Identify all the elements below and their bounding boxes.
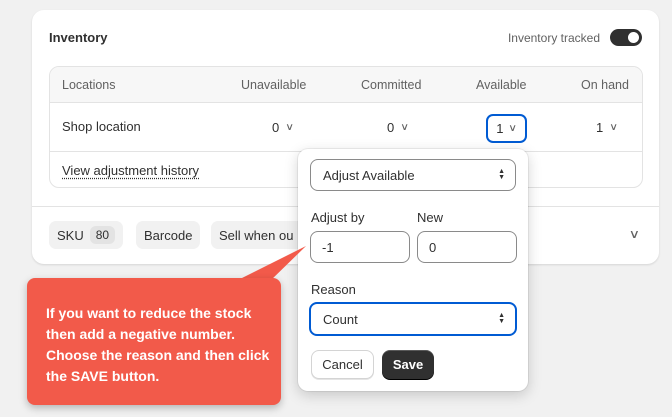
reason-value: Count bbox=[323, 311, 358, 327]
adjust-popover: Adjust Available ▲ ▼ Adjust by New -1 0 R… bbox=[298, 149, 528, 391]
reason-label: Reason bbox=[311, 282, 356, 297]
inventory-tracked-toggle[interactable] bbox=[610, 29, 642, 46]
adjust-by-label: Adjust by bbox=[311, 210, 365, 225]
chevron-down-icon[interactable]: ∨ bbox=[629, 227, 640, 241]
save-button[interactable]: Save bbox=[382, 350, 434, 379]
instruction-callout: If you want to reduce the stock then add… bbox=[27, 278, 281, 405]
inventory-tracked-label: Inventory tracked bbox=[507, 30, 600, 45]
barcode-chip[interactable]: Barcode bbox=[136, 221, 201, 249]
new-quantity-input[interactable]: 0 bbox=[417, 231, 517, 263]
sku-label: SKU bbox=[57, 227, 84, 243]
new-label: New bbox=[417, 210, 444, 225]
chevron-down-icon: ∨ bbox=[400, 122, 410, 133]
location-name: Shop location bbox=[62, 119, 141, 134]
available-value: 1 bbox=[496, 121, 504, 136]
header-unavailable: Unavailable bbox=[241, 78, 307, 92]
header-committed: Committed bbox=[361, 78, 422, 92]
sku-badge: 80 bbox=[89, 226, 116, 244]
adjust-type-select[interactable]: Adjust Available ▲ ▼ bbox=[310, 159, 516, 191]
table-header: Locations Unavailable Committed Availabl… bbox=[50, 67, 642, 103]
adjust-by-input[interactable]: -1 bbox=[310, 231, 410, 263]
available-dropdown[interactable]: 1 ∨ bbox=[486, 114, 527, 143]
select-arrows-icon: ▲ ▼ bbox=[498, 312, 505, 325]
chevron-down-icon: ∨ bbox=[609, 122, 619, 133]
view-adjustment-history-link[interactable]: View adjustment history bbox=[62, 163, 199, 178]
reason-select[interactable]: Count ▲ ▼ bbox=[309, 302, 517, 336]
on-hand-dropdown[interactable]: 1 ∨ bbox=[596, 120, 618, 135]
table-row: Shop location 0 ∨ 0 ∨ 1 ∨ 1 ∨ bbox=[50, 103, 642, 152]
inventory-title: Inventory bbox=[49, 30, 108, 45]
select-arrows-icon: ▲ ▼ bbox=[498, 168, 505, 181]
committed-dropdown[interactable]: 0 ∨ bbox=[387, 120, 409, 135]
toggle-knob bbox=[628, 32, 639, 43]
adjust-type-value: Adjust Available bbox=[323, 167, 415, 183]
unavailable-dropdown[interactable]: 0 ∨ bbox=[272, 120, 294, 135]
sku-chip[interactable]: SKU 80 bbox=[49, 221, 124, 249]
callout-text: If you want to reduce the stock then add… bbox=[46, 305, 270, 384]
header-available: Available bbox=[476, 78, 527, 92]
header-on-hand: On hand bbox=[581, 78, 629, 92]
header-locations: Locations bbox=[62, 78, 116, 92]
cancel-button[interactable]: Cancel bbox=[311, 350, 374, 379]
inventory-tracked: Inventory tracked bbox=[508, 29, 642, 46]
unavailable-value: 0 bbox=[272, 120, 280, 135]
committed-value: 0 bbox=[387, 120, 395, 135]
chevron-down-icon: ∨ bbox=[508, 123, 518, 134]
chevron-down-icon: ∨ bbox=[285, 122, 295, 133]
on-hand-value: 1 bbox=[596, 120, 604, 135]
